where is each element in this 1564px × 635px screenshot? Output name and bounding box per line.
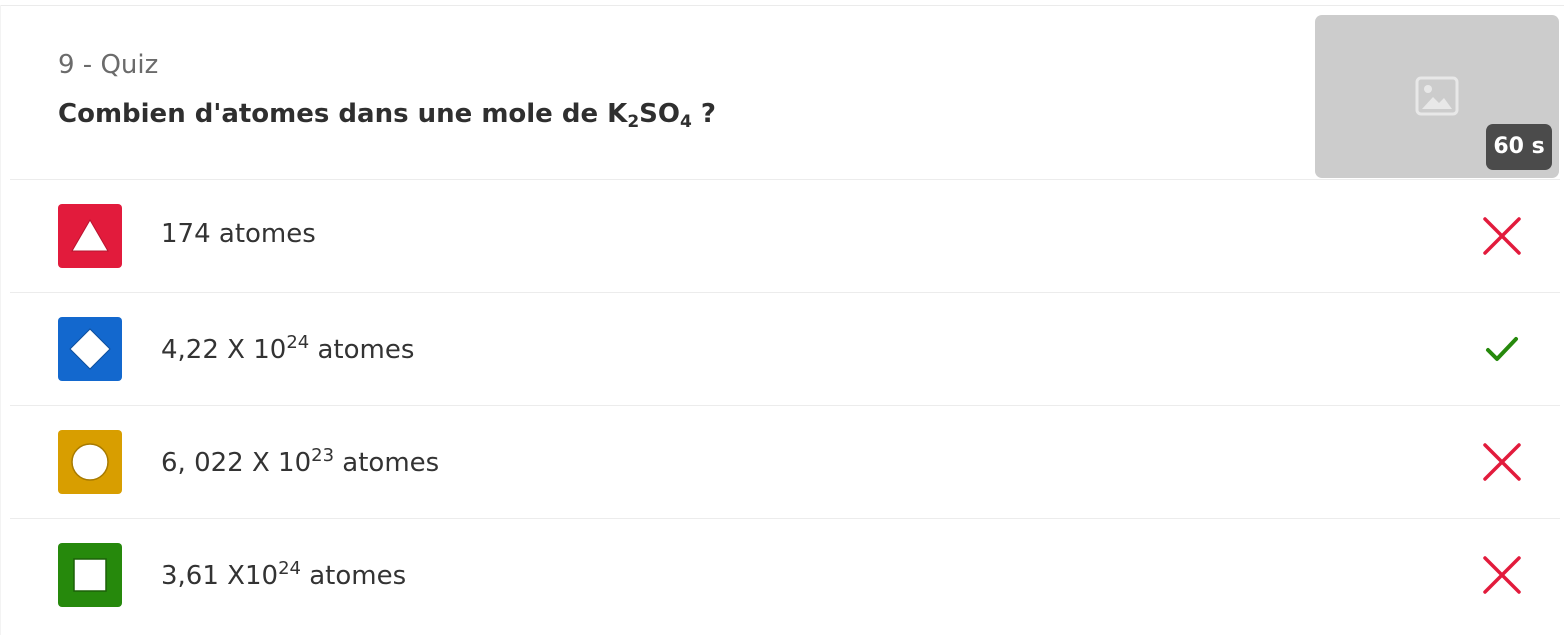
answer-text-base: 3,61 X10 xyxy=(161,561,279,591)
incorrect-x-icon xyxy=(1483,556,1521,594)
time-limit-badge: 60 s xyxy=(1486,124,1552,170)
question-suffix: ? xyxy=(691,99,716,129)
answer-text: 4,22 X 1024 atomes xyxy=(161,332,414,365)
answer-row-diamond: 4,22 X 1024 atomes xyxy=(10,293,1560,406)
answer-exponent: 24 xyxy=(278,558,301,579)
answer-text-base: 6, 022 X 10 xyxy=(161,448,312,478)
question-subscript-potassium: 2 xyxy=(627,112,640,132)
circle-shape-icon xyxy=(58,430,122,494)
answer-text-suffix: atomes xyxy=(309,335,415,365)
diamond-shape-icon xyxy=(58,317,122,381)
image-placeholder-icon xyxy=(1415,76,1459,116)
answer-text: 174 atomes xyxy=(161,219,316,249)
question-text: Combien d'atomes dans une mole de K2SO4 … xyxy=(58,99,716,132)
answer-row-circle: 6, 022 X 1023 atomes xyxy=(10,406,1560,519)
answer-text-suffix: atomes xyxy=(334,448,440,478)
incorrect-x-icon xyxy=(1483,217,1521,255)
incorrect-x-icon xyxy=(1483,443,1521,481)
answer-text-suffix: atomes xyxy=(300,561,407,591)
question-media[interactable]: 60 s xyxy=(1315,15,1559,178)
answer-exponent: 24 xyxy=(286,332,310,353)
correct-check-icon xyxy=(1486,337,1518,361)
answer-text-base: 4,22 X 10 xyxy=(161,335,287,365)
question-subscript-oxygen: 4 xyxy=(679,112,692,132)
answer-text-base: 174 atomes xyxy=(161,219,316,249)
left-divider xyxy=(0,5,1,635)
quiz-card: 9 - Quiz Combien d'atomes dans une mole … xyxy=(0,0,1564,635)
triangle-shape-icon xyxy=(58,204,122,268)
answer-row-triangle: 174 atomes xyxy=(10,180,1560,293)
answer-row-square: 3,61 X1024 atomes xyxy=(10,519,1560,631)
answer-exponent: 23 xyxy=(311,445,335,466)
question-middle: SO xyxy=(639,99,680,129)
question-prefix: Combien d'atomes dans une mole de K xyxy=(58,99,628,129)
square-shape-icon xyxy=(58,543,122,607)
answer-text: 3,61 X1024 atomes xyxy=(161,558,406,591)
answer-text: 6, 022 X 1023 atomes xyxy=(161,445,439,478)
quiz-number-label: 9 - Quiz xyxy=(58,50,159,80)
